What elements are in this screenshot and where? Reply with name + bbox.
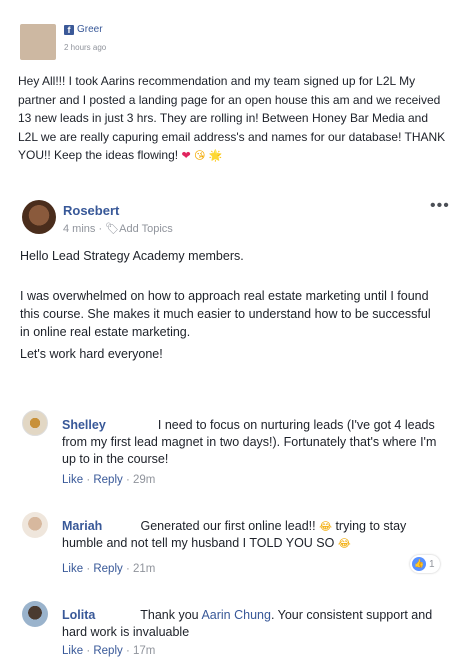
comment-1: Shelley I need to focus on nurturing lea… xyxy=(62,417,442,468)
tag-icon: 🏷 xyxy=(105,223,120,235)
comment-2-actions: Like · Reply · 21m xyxy=(62,563,155,575)
like-link[interactable]: Like xyxy=(62,645,83,657)
reaction-count: 1 xyxy=(429,558,435,570)
reply-link[interactable]: Reply xyxy=(93,474,122,486)
mariah-avatar[interactable] xyxy=(22,512,48,538)
add-topics-link[interactable]: Add Topics xyxy=(119,223,173,235)
separator-dot: · xyxy=(125,474,130,486)
comment-1-author[interactable]: Shelley xyxy=(62,418,106,432)
rosebert-avatar[interactable] xyxy=(22,200,56,234)
comment-1-text: I need to focus on nurturing leads (I've… xyxy=(62,418,437,466)
star-emoji-icon: 🌟 xyxy=(208,149,223,162)
separator-dot: · xyxy=(86,645,91,657)
comment-1-actions: Like · Reply · 29m xyxy=(62,474,155,486)
greer-avatar[interactable] xyxy=(20,24,56,60)
comment-2: Mariah Generated our first online lead!!… xyxy=(62,518,442,552)
thumbs-up-icon: 👍 xyxy=(412,557,426,571)
separator-dot: · xyxy=(125,563,130,575)
reaction-count-badge[interactable]: 👍 1 xyxy=(410,555,440,573)
comment-2-author[interactable]: Mariah xyxy=(62,519,102,533)
comment-3: Lolita Thank you Aarin Chung. Your consi… xyxy=(62,607,442,641)
post1-body: Hey All!!! I took Aarins recommendation … xyxy=(18,72,448,166)
heart-emoji-icon: ❤ xyxy=(181,149,191,162)
post2-paragraph-1: Hello Lead Strategy Academy members. xyxy=(20,249,244,263)
more-options-icon[interactable]: ••• xyxy=(430,197,450,215)
facebook-icon: f xyxy=(64,25,74,35)
kiss-emoji-icon: 😘 xyxy=(194,149,206,162)
separator-dot: · xyxy=(125,645,130,657)
comment-2-text-a: Generated our first online lead!! xyxy=(140,519,316,533)
comment-3-actions: Like · Reply · 17m xyxy=(62,645,155,657)
separator-dot: · xyxy=(86,563,91,575)
post1-text: Hey All!!! I took Aarins recommendation … xyxy=(18,74,446,162)
comment-2-time[interactable]: 21m xyxy=(133,563,155,575)
lolita-avatar[interactable] xyxy=(22,601,48,627)
post2-paragraph-2: I was overwhelmed on how to approach rea… xyxy=(20,289,431,339)
separator-dot: · xyxy=(98,223,103,235)
comment-3-text-a: Thank you xyxy=(140,608,199,622)
separator-dot: · xyxy=(86,474,91,486)
laugh-emoji-icon: 😂 xyxy=(337,537,351,550)
post2-author[interactable]: Rosebert xyxy=(63,203,119,218)
post2-timestamp[interactable]: 4 mins xyxy=(63,223,95,235)
mention-link[interactable]: Aarin Chung xyxy=(201,608,271,622)
reply-link[interactable]: Reply xyxy=(93,563,122,575)
shelley-avatar[interactable] xyxy=(22,410,48,436)
reply-link[interactable]: Reply xyxy=(93,645,122,657)
post1-author[interactable]: Greer xyxy=(77,24,103,35)
comment-3-time[interactable]: 17m xyxy=(133,645,155,657)
like-link[interactable]: Like xyxy=(62,474,83,486)
grin-emoji-icon: 😂 xyxy=(319,520,332,533)
post1-timestamp[interactable]: 2 hours ago xyxy=(64,43,106,52)
post2-paragraph-3: Let's work hard everyone! xyxy=(20,347,163,361)
like-link[interactable]: Like xyxy=(62,563,83,575)
comment-3-author[interactable]: Lolita xyxy=(62,608,95,622)
comment-1-time[interactable]: 29m xyxy=(133,474,155,486)
post2-meta: 4 mins · 🏷Add Topics xyxy=(63,222,173,235)
